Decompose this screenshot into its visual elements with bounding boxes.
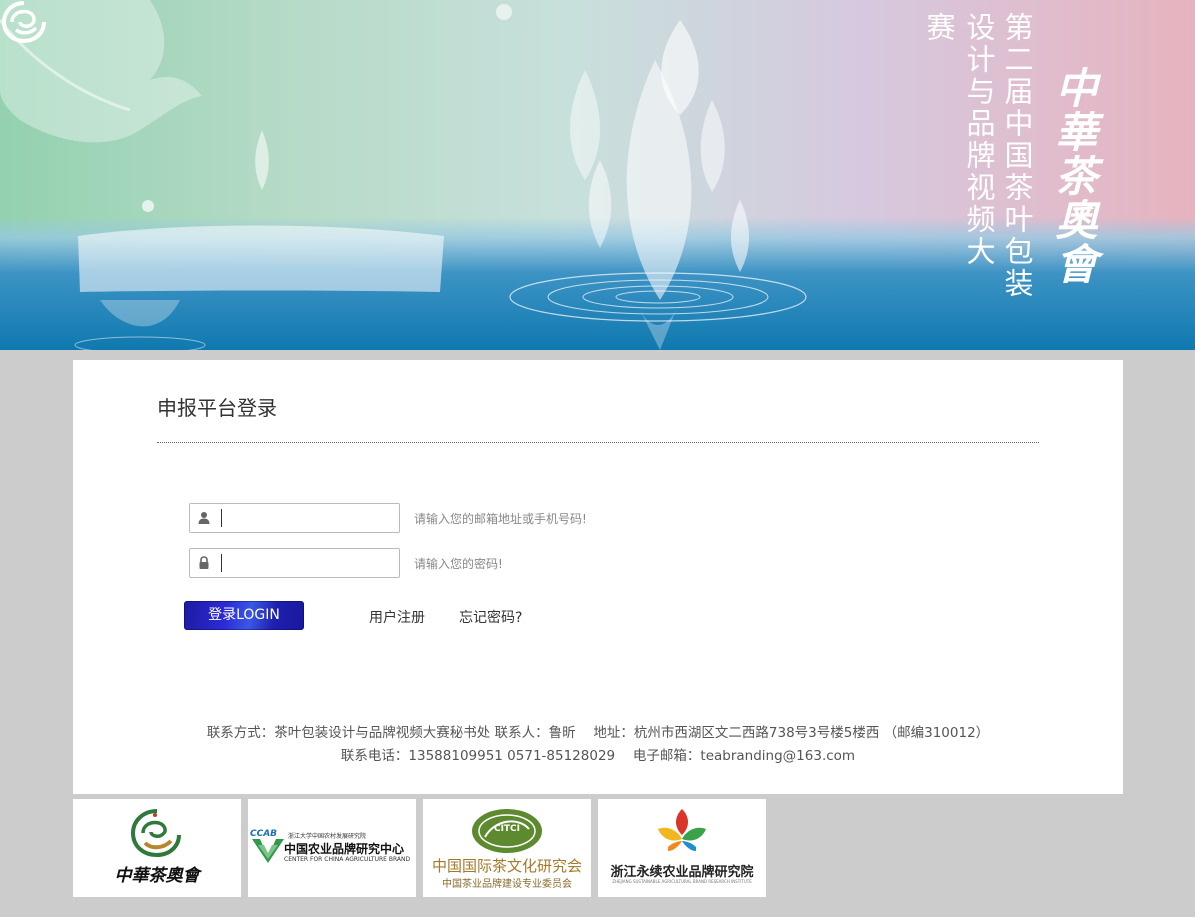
partner-1-name: 中華茶奧會: [114, 866, 200, 886]
brand-calligraphy-text: 中華茶奧會: [1049, 66, 1098, 286]
title-divider: [157, 442, 1039, 443]
banner-title-line2: 设计与品牌视频大赛: [922, 12, 996, 268]
partner-logo-citci[interactable]: CITCI 中国国际茶文化研究会 中国茶业品牌建设专业委员会: [423, 799, 591, 897]
lock-icon: [199, 556, 209, 569]
banner-title-line1: 第二届中国茶叶包装: [1000, 12, 1034, 300]
login-card: 申报平台登录 请输入您的邮箱地址或手机号码! 请输入您的密码! 登录LOGIN …: [73, 360, 1123, 794]
password-input[interactable]: [222, 550, 392, 574]
register-link[interactable]: 用户注册: [369, 607, 425, 627]
partner-logo-ccab[interactable]: CCAB 浙江大学中国农村发展研究院 中国农业品牌研究中心 CENTER FOR…: [248, 799, 416, 897]
page-title: 申报平台登录: [157, 396, 277, 420]
login-button[interactable]: 登录LOGIN: [184, 601, 304, 630]
partner-logo-tea-society[interactable]: 中華茶奧會: [73, 799, 241, 897]
password-field[interactable]: [189, 548, 400, 578]
username-field[interactable]: [189, 503, 400, 533]
username-input[interactable]: [222, 505, 392, 529]
partner-3-name: 中国国际茶文化研究会: [431, 857, 582, 875]
partner-4-name: 浙江永续农业品牌研究院: [610, 865, 754, 880]
contact-info-line2: 联系电话：13588109951 0571-85128029 电子邮箱：teab…: [340, 748, 856, 764]
password-hint: 请输入您的密码!: [414, 557, 503, 571]
partner-2-abbr: CCAB: [250, 829, 278, 839]
partner-logo-zhejiang-institute[interactable]: 浙江永续农业品牌研究院 ZHEJIANG SUSTAINABLE AGRICUL…: [598, 799, 766, 897]
username-hint: 请输入您的邮箱地址或手机号码!: [414, 512, 587, 526]
forgot-password-link[interactable]: 忘记密码?: [459, 607, 522, 627]
partner-4-sub-en: ZHEJIANG SUSTAINABLE AGRICULTURAL BRAND …: [612, 879, 752, 884]
partner-3-abbr: CITCI: [493, 824, 521, 834]
partner-2-sub-en: CENTER FOR CHINA AGRICULTURE BRAND: [284, 856, 411, 863]
user-icon: [198, 512, 210, 524]
partner-2-name: 中国农业品牌研究中心: [284, 842, 405, 856]
partner-2-sub-cn: 浙江大学中国农村发展研究院: [288, 833, 367, 840]
header-banner: 第二届中国茶叶包装 设计与品牌视频大赛 中華茶奧會: [0, 0, 1195, 350]
partner-3-sub-cn: 中国茶业品牌建设专业委员会: [442, 879, 572, 890]
brand-logo-icon: [1, 1, 46, 44]
contact-info-line1: 联系方式：茶叶包装设计与品牌视频大赛秘书处 联系人：鲁昕 地址：杭州市西湖区文二…: [206, 725, 990, 741]
